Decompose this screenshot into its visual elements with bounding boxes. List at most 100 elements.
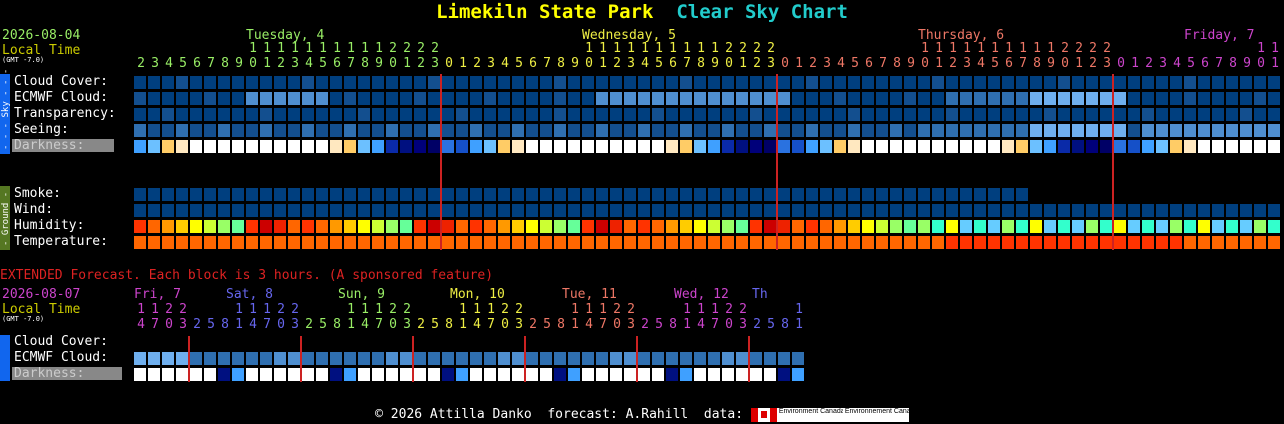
transparency-cell[interactable] — [1016, 108, 1028, 121]
ext-darkness-cell[interactable] — [722, 368, 734, 381]
ecmwf-cell[interactable] — [596, 92, 608, 105]
humidity-cell[interactable] — [526, 220, 538, 233]
wind-cell[interactable] — [1058, 204, 1070, 217]
transparency-cell[interactable] — [1142, 108, 1154, 121]
humidity-cell[interactable] — [834, 220, 846, 233]
ecmwf-cell[interactable] — [1156, 92, 1168, 105]
wind-cell[interactable] — [1226, 204, 1238, 217]
cloud-cell[interactable] — [442, 76, 454, 89]
wind-cell[interactable] — [876, 204, 888, 217]
ext-ecmwf-cell[interactable] — [246, 352, 258, 365]
transparency-cell[interactable] — [442, 108, 454, 121]
ext-darkness-cell[interactable] — [372, 368, 384, 381]
smoke-cell[interactable] — [260, 188, 272, 201]
transparency-cell[interactable] — [358, 108, 370, 121]
humidity-cell[interactable] — [554, 220, 566, 233]
ecmwf-cell[interactable] — [890, 92, 902, 105]
ecmwf-cell[interactable] — [932, 92, 944, 105]
seeing-cell[interactable] — [680, 124, 692, 137]
seeing-cell[interactable] — [204, 124, 216, 137]
humidity-cell[interactable] — [414, 220, 426, 233]
seeing-cell[interactable] — [400, 124, 412, 137]
temperature-cell[interactable] — [134, 236, 146, 249]
ext-darkness-cell[interactable] — [596, 368, 608, 381]
cloud-cell[interactable] — [582, 76, 594, 89]
ecmwf-cell[interactable] — [246, 92, 258, 105]
smoke-cell[interactable] — [484, 188, 496, 201]
smoke-cell[interactable] — [316, 188, 328, 201]
ext-darkness-cell[interactable] — [330, 368, 342, 381]
wind-cell[interactable] — [890, 204, 902, 217]
ecmwf-cell[interactable] — [1142, 92, 1154, 105]
ecmwf-cell[interactable] — [218, 92, 230, 105]
cloud-cell[interactable] — [722, 76, 734, 89]
humidity-cell[interactable] — [1184, 220, 1196, 233]
darkness-cell[interactable] — [680, 140, 692, 153]
smoke-cell[interactable] — [204, 188, 216, 201]
ext-ecmwf-cell[interactable] — [484, 352, 496, 365]
wind-cell[interactable] — [764, 204, 776, 217]
seeing-cell[interactable] — [1086, 124, 1098, 137]
smoke-cell[interactable] — [596, 188, 608, 201]
seeing-cell[interactable] — [386, 124, 398, 137]
ext-ecmwf-cell[interactable] — [274, 352, 286, 365]
cloud-cell[interactable] — [554, 76, 566, 89]
darkness-cell[interactable] — [1058, 140, 1070, 153]
transparency-cell[interactable] — [680, 108, 692, 121]
ecmwf-cell[interactable] — [526, 92, 538, 105]
darkness-cell[interactable] — [414, 140, 426, 153]
cloud-cell[interactable] — [1254, 76, 1266, 89]
transparency-cell[interactable] — [456, 108, 468, 121]
seeing-cell[interactable] — [1226, 124, 1238, 137]
seeing-cell[interactable] — [540, 124, 552, 137]
transparency-cell[interactable] — [988, 108, 1000, 121]
ext-darkness-cell[interactable] — [526, 368, 538, 381]
seeing-cell[interactable] — [596, 124, 608, 137]
transparency-cell[interactable] — [708, 108, 720, 121]
wind-cell[interactable] — [1212, 204, 1224, 217]
darkness-cell[interactable] — [1128, 140, 1140, 153]
darkness-cell[interactable] — [512, 140, 524, 153]
cloud-cell[interactable] — [862, 76, 874, 89]
transparency-cell[interactable] — [1114, 108, 1126, 121]
darkness-cell[interactable] — [932, 140, 944, 153]
smoke-cell[interactable] — [554, 188, 566, 201]
smoke-cell[interactable] — [526, 188, 538, 201]
seeing-cell[interactable] — [1030, 124, 1042, 137]
cloud-cell[interactable] — [260, 76, 272, 89]
temperature-cell[interactable] — [596, 236, 608, 249]
darkness-cell[interactable] — [974, 140, 986, 153]
humidity-cell[interactable] — [918, 220, 930, 233]
smoke-cell[interactable] — [456, 188, 468, 201]
darkness-cell[interactable] — [358, 140, 370, 153]
humidity-cell[interactable] — [722, 220, 734, 233]
ecmwf-cell[interactable] — [442, 92, 454, 105]
wind-cell[interactable] — [386, 204, 398, 217]
ext-ecmwf-cell[interactable] — [134, 352, 146, 365]
ext-ecmwf-cell[interactable] — [260, 352, 272, 365]
seeing-cell[interactable] — [414, 124, 426, 137]
temperature-cell[interactable] — [498, 236, 510, 249]
ext-ecmwf-cell[interactable] — [736, 352, 748, 365]
wind-cell[interactable] — [1254, 204, 1266, 217]
transparency-cell[interactable] — [1212, 108, 1224, 121]
temperature-cell[interactable] — [680, 236, 692, 249]
darkness-cell[interactable] — [988, 140, 1000, 153]
smoke-cell[interactable] — [946, 188, 958, 201]
humidity-cell[interactable] — [148, 220, 160, 233]
transparency-cell[interactable] — [148, 108, 160, 121]
ecmwf-cell[interactable] — [386, 92, 398, 105]
transparency-cell[interactable] — [260, 108, 272, 121]
cloud-cell[interactable] — [1198, 76, 1210, 89]
ext-ecmwf-cell[interactable] — [330, 352, 342, 365]
temperature-cell[interactable] — [638, 236, 650, 249]
cloud-cell[interactable] — [1072, 76, 1084, 89]
darkness-cell[interactable] — [1212, 140, 1224, 153]
cloud-cell[interactable] — [918, 76, 930, 89]
seeing-cell[interactable] — [148, 124, 160, 137]
ecmwf-cell[interactable] — [330, 92, 342, 105]
cloud-cell[interactable] — [302, 76, 314, 89]
transparency-cell[interactable] — [946, 108, 958, 121]
cloud-cell[interactable] — [1086, 76, 1098, 89]
transparency-cell[interactable] — [778, 108, 790, 121]
